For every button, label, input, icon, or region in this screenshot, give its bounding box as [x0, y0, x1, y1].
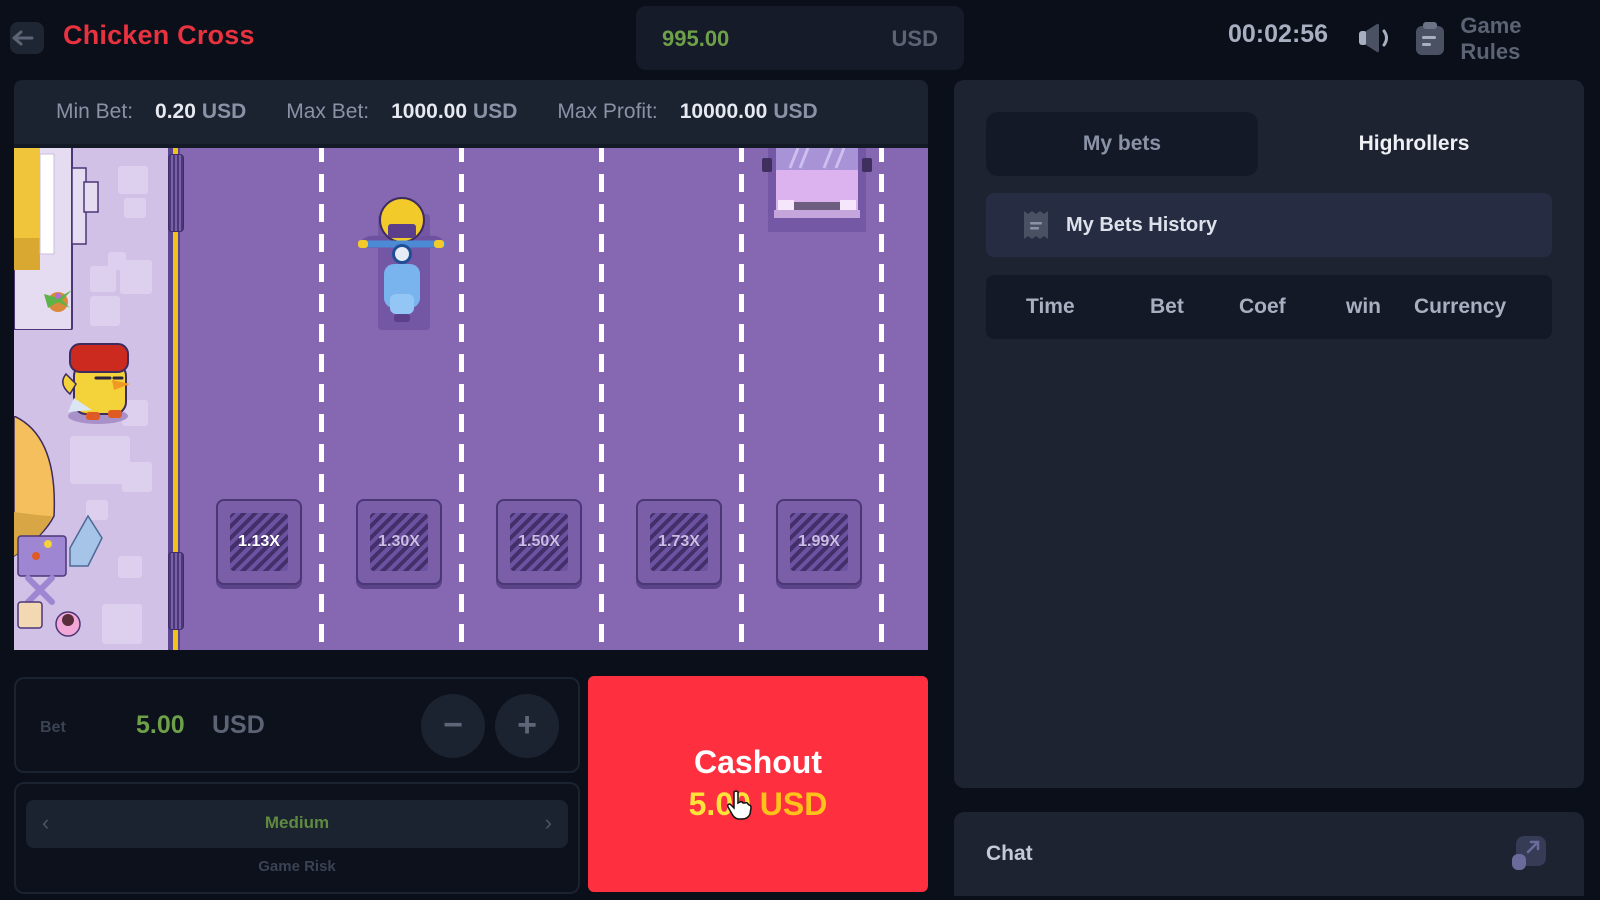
column-time: Time — [1026, 295, 1075, 318]
multiplier-label: 1.99X — [798, 533, 840, 550]
speaker-icon — [1359, 23, 1388, 53]
min-bet-value: 0.20 — [155, 100, 196, 123]
bet-amount-control: Bet 5.00 USD − + — [14, 677, 580, 773]
chevron-right-icon[interactable]: › — [545, 810, 552, 836]
lane-divider — [319, 144, 324, 650]
lane-divider — [739, 144, 744, 650]
max-bet-value: 1000.00 — [391, 100, 468, 123]
max-profit-value: 10000.00 — [679, 100, 768, 123]
cashout-currency: USD — [759, 786, 828, 822]
scooter-vehicle — [358, 197, 446, 330]
bet-amount-input[interactable]: 5.00 — [136, 711, 185, 740]
multiplier-label: 1.13X — [238, 533, 280, 550]
min-bet-label: Min Bet: — [56, 100, 134, 123]
hand-cursor-icon — [727, 790, 752, 820]
balance-amount: 995.00 — [662, 26, 730, 51]
potted-plant — [44, 290, 72, 312]
column-currency: Currency — [1414, 295, 1507, 318]
game-rules-button[interactable]: Game Rules — [1415, 13, 1585, 64]
lane-divider — [599, 144, 604, 650]
bets-table-header: Time Bet Coef win Currency — [986, 275, 1552, 339]
game-rules-label: Game Rules — [1460, 13, 1522, 64]
drain-grate — [168, 154, 184, 232]
cashout-amount: 5.00 USD — [588, 786, 928, 823]
increase-bet-button[interactable]: + — [495, 694, 559, 758]
risk-value: Medium — [264, 813, 330, 832]
drain-grate — [168, 552, 184, 630]
bets-panel: My bets Highrollers My Bets History Time… — [954, 80, 1584, 788]
max-bet-currency: USD — [473, 100, 518, 123]
balance-currency: USD — [891, 26, 938, 51]
tab-highrollers[interactable]: Highrollers — [1276, 112, 1552, 176]
receipt-icon — [1024, 211, 1048, 239]
bet-label: Bet — [40, 719, 66, 736]
column-bet: Bet — [1150, 295, 1184, 318]
sidewalk — [14, 144, 168, 650]
balance-display: 995.00 USD — [636, 6, 964, 70]
multiplier-tile[interactable]: 1.30X — [356, 499, 442, 585]
max-bet: Max Bet: 1000.00 USD — [286, 100, 517, 124]
chat-label: Chat — [986, 842, 1033, 865]
column-coef: Coef — [1239, 295, 1286, 318]
session-timer: 00:02:56 — [1228, 20, 1329, 48]
max-profit: Max Profit: 10000.00 USD — [557, 100, 817, 124]
expand-icon[interactable] — [1512, 836, 1546, 870]
chicken-character — [62, 343, 130, 424]
history-title: My Bets History — [1066, 213, 1218, 236]
multiplier-label: 1.30X — [378, 533, 420, 550]
max-bet-label: Max Bet: — [286, 100, 370, 123]
risk-selector: ‹ Medium › — [26, 800, 568, 848]
clipboard-icon — [1416, 22, 1444, 55]
bets-tabs: My bets Highrollers — [986, 112, 1552, 176]
top-bar: Chicken Cross 995.00 USD 00:02:56 Game R… — [0, 0, 1600, 76]
multiplier-label: 1.50X — [518, 533, 560, 550]
cashout-label: Cashout — [694, 744, 822, 780]
back-button[interactable] — [10, 22, 44, 54]
multiplier-tile[interactable]: 1.13X — [216, 499, 302, 585]
chat-panel[interactable]: Chat — [954, 812, 1584, 896]
lane-divider — [879, 144, 884, 650]
tab-my-bets[interactable]: My bets — [986, 112, 1258, 176]
decrease-bet-button[interactable]: − — [421, 694, 485, 758]
multiplier-tile[interactable]: 1.73X — [636, 499, 722, 585]
my-bets-history-header: My Bets History — [986, 193, 1552, 257]
min-bet-currency: USD — [201, 100, 247, 123]
risk-caption: Game Risk — [258, 858, 336, 875]
arrow-left-icon — [12, 30, 34, 46]
multiplier-label: 1.73X — [658, 533, 700, 550]
cashout-button[interactable]: Cashout 5.00 USD — [588, 676, 928, 892]
game-risk-control: ‹ Medium › Game Risk — [14, 782, 580, 894]
min-bet: Min Bet: 0.20 USD — [56, 100, 246, 124]
van-vehicle — [762, 144, 872, 232]
column-win: win — [1346, 295, 1381, 318]
game-title: Chicken Cross — [63, 20, 255, 50]
cafe-table — [14, 416, 103, 637]
multiplier-tile[interactable]: 1.99X — [776, 499, 862, 585]
bet-currency: USD — [212, 711, 265, 739]
bet-limits-bar: Min Bet: 0.20 USD Max Bet: 1000.00 USD M… — [14, 80, 928, 144]
max-profit-label: Max Profit: — [557, 100, 658, 123]
lane-divider — [459, 144, 464, 650]
max-profit-currency: USD — [773, 100, 818, 123]
multiplier-tile[interactable]: 1.50X — [496, 499, 582, 585]
game-canvas[interactable]: 1.13X 1.30X 1.50X 1.73X 1.99X — [14, 144, 928, 650]
sound-toggle-button[interactable] — [1357, 21, 1395, 55]
